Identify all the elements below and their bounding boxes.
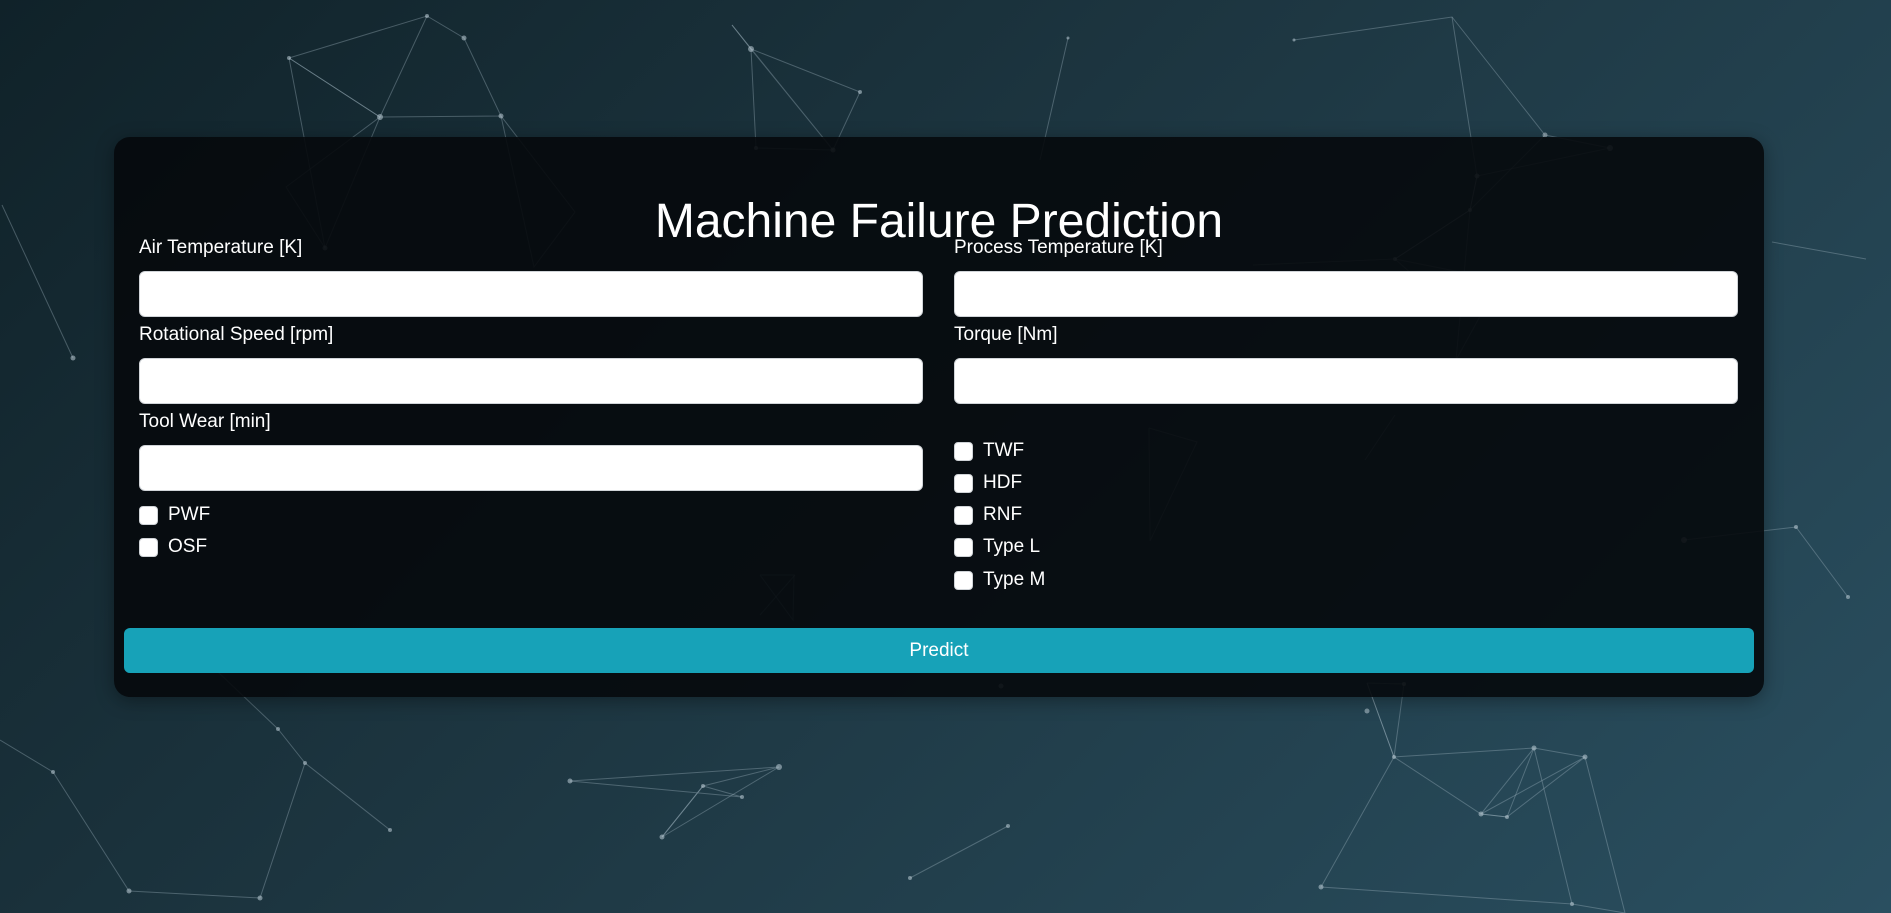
torque-label: Torque [Nm] (954, 324, 1058, 345)
hdf-checkbox-label: HDF (983, 472, 1023, 493)
twf-checkbox[interactable] (954, 441, 973, 461)
type-m-checkbox-label: Type M (983, 569, 1046, 590)
pwf-checkbox-label: PWF (168, 504, 211, 525)
rotational-speed-label: Rotational Speed [rpm] (139, 324, 334, 345)
hdf-checkbox[interactable] (954, 473, 973, 493)
rnf-checkbox[interactable] (954, 505, 973, 525)
osf-checkbox-row[interactable]: OSF (139, 536, 207, 558)
type-l-checkbox-label: Type L (983, 536, 1041, 557)
tool-wear-input[interactable] (139, 445, 923, 491)
twf-checkbox-label: TWF (983, 440, 1025, 461)
pwf-checkbox-row[interactable]: PWF (139, 504, 210, 526)
twf-checkbox-row[interactable]: TWF (954, 440, 1024, 462)
prediction-form-card: Machine Failure Prediction Air Temperatu… (114, 137, 1764, 697)
process-temperature-label: Process Temperature [K] (954, 237, 1163, 258)
rnf-checkbox-row[interactable]: RNF (954, 504, 1022, 526)
air-temperature-input[interactable] (139, 271, 923, 317)
type-m-checkbox[interactable] (954, 570, 973, 590)
predict-button[interactable]: Predict (124, 628, 1754, 673)
type-l-checkbox[interactable] (954, 537, 973, 557)
pwf-checkbox[interactable] (139, 505, 158, 525)
hdf-checkbox-row[interactable]: HDF (954, 472, 1022, 494)
page-title: Machine Failure Prediction (654, 195, 1224, 249)
rotational-speed-input[interactable] (139, 358, 923, 404)
osf-checkbox-label: OSF (168, 536, 208, 557)
air-temperature-label: Air Temperature [K] (139, 237, 303, 258)
type-l-checkbox-row[interactable]: Type L (954, 536, 1040, 558)
type-m-checkbox-row[interactable]: Type M (954, 569, 1045, 591)
osf-checkbox[interactable] (139, 537, 158, 557)
torque-input[interactable] (954, 358, 1738, 404)
process-temperature-input[interactable] (954, 271, 1738, 317)
tool-wear-label: Tool Wear [min] (139, 411, 271, 432)
rnf-checkbox-label: RNF (983, 504, 1023, 525)
